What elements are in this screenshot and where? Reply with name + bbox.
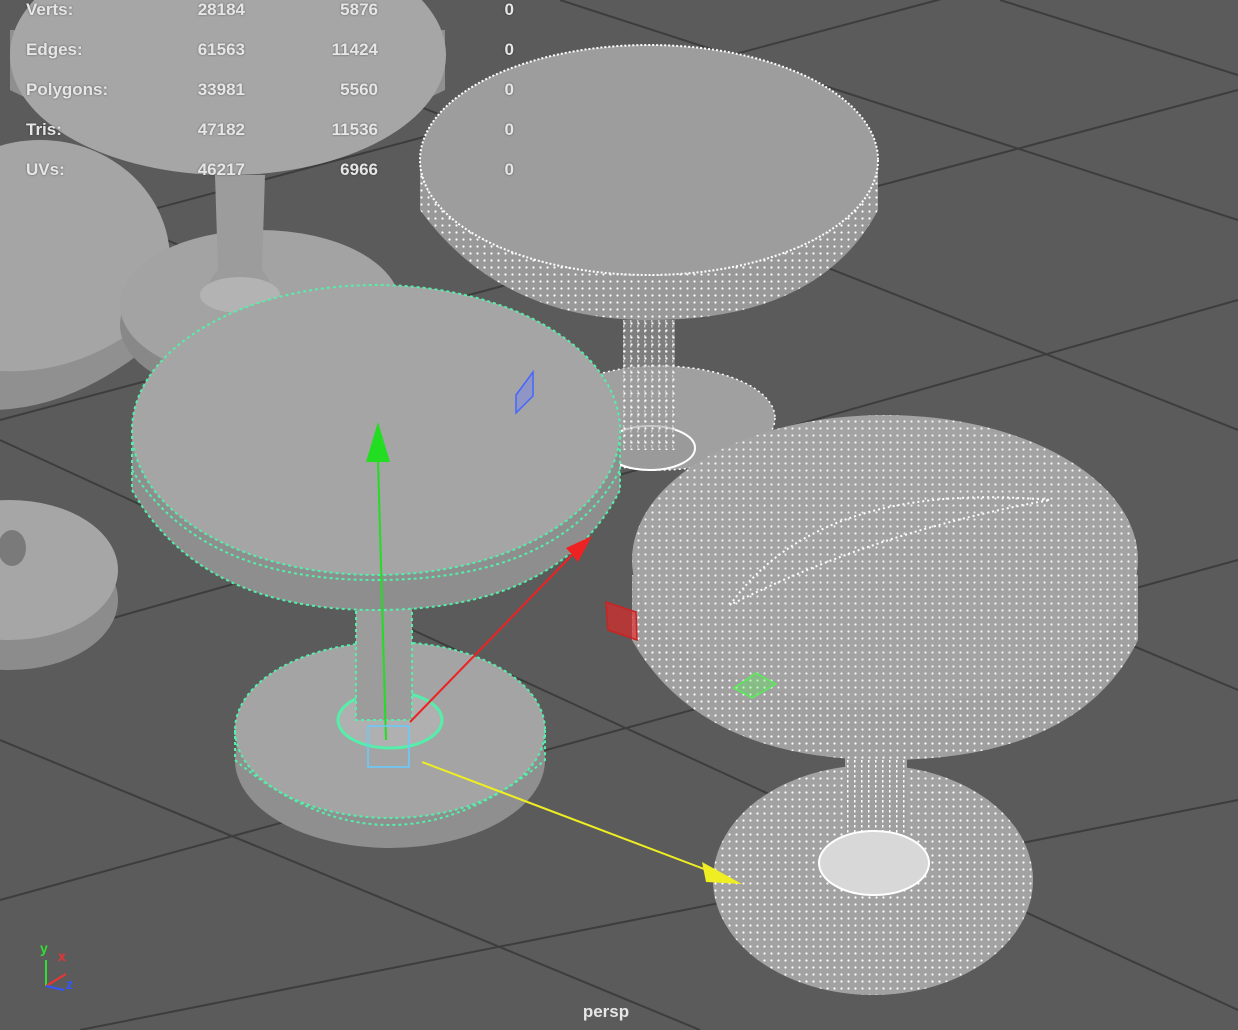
stool-wireframe-front[interactable] <box>632 415 1138 995</box>
hud-row: Polygons: 33981 5560 0 <box>0 80 540 104</box>
axis-x-label: x <box>58 948 66 964</box>
axis-x-line <box>45 973 67 987</box>
hud-row-value: 11424 <box>331 40 378 59</box>
hud-row-label: Tris: <box>26 120 62 139</box>
hud-row-value: 61563 <box>197 40 245 59</box>
stool-selected[interactable] <box>131 284 621 848</box>
hud-row: Tris: 47182 11536 0 <box>0 120 540 144</box>
hud-row-label: Verts: <box>26 0 74 19</box>
hud-row-value: 0 <box>504 80 514 99</box>
hud-row-value: 11536 <box>331 120 378 139</box>
hud-row-value: 5560 <box>340 80 378 99</box>
hud-row-value: 5876 <box>340 0 378 19</box>
hud-row-value: 28184 <box>197 0 245 19</box>
hud-row-value: 0 <box>504 120 514 139</box>
hud-row-label: Edges: <box>26 40 83 59</box>
hud-row: Verts: 28184 5876 0 <box>0 0 540 24</box>
axis-orientation-indicator: y x z <box>36 940 86 996</box>
hud-row-value: 0 <box>504 40 514 59</box>
axis-z-line <box>45 985 65 991</box>
hud-row-value: 0 <box>504 0 514 19</box>
poly-count-hud: Verts: 28184 5876 0 Edges: 61563 11424 0 Polygon… <box>0 0 540 190</box>
hud-row-value: 46217 <box>197 160 245 179</box>
axis-z-label: z <box>66 976 73 992</box>
hud-row-label: UVs: <box>26 160 65 179</box>
3d-viewport[interactable]: Verts: 28184 5876 0 Edges: 61563 11424 0 Polygon… <box>0 0 1238 1030</box>
camera-name-label: persp <box>582 1002 630 1021</box>
hud-row-value: 6966 <box>340 160 378 179</box>
hud-row-label: Polygons: <box>26 80 109 99</box>
axis-y-label: y <box>40 940 48 956</box>
hud-row-value: 0 <box>504 160 514 179</box>
hud-row-value: 47182 <box>197 120 245 139</box>
hud-row-value: 33981 <box>197 80 245 99</box>
stool-shaded-left-bottom[interactable] <box>0 500 118 670</box>
hud-row: Edges: 61563 11424 0 <box>0 40 540 64</box>
hud-row: UVs: 46217 6966 0 <box>0 160 540 184</box>
